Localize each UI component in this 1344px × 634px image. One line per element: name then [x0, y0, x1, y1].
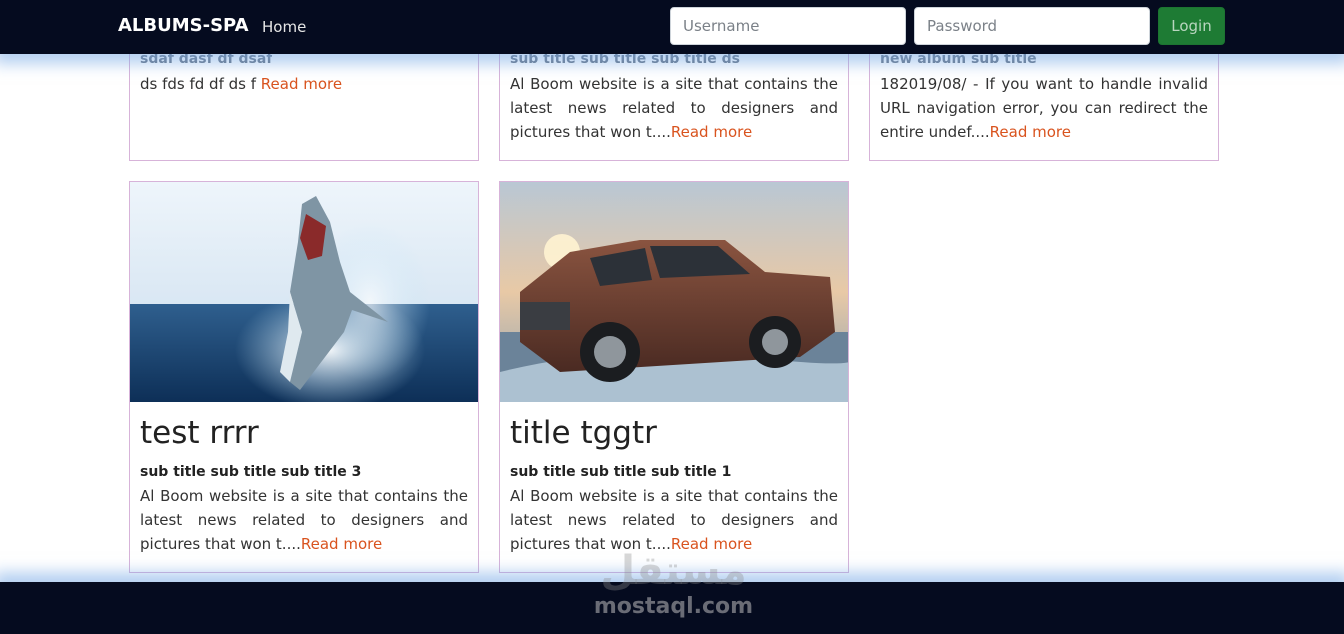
card-subtitle: sub title sub title sub title 1	[510, 464, 732, 480]
card-title: title tggtr	[510, 415, 657, 451]
card-text: 182019/08/ - If you want to handle inval…	[880, 75, 1208, 141]
card-title: test rrrr	[140, 415, 259, 451]
card-body: title tggtr sub title sub title sub titl…	[500, 413, 848, 556]
footer	[0, 582, 1344, 634]
read-more-link[interactable]: Read more	[671, 535, 752, 553]
read-more-link[interactable]: Read more	[301, 535, 382, 553]
card-text: Al Boom website is a site that contains …	[510, 487, 838, 553]
pickup-truck-image[interactable]	[500, 182, 848, 402]
read-more-link[interactable]: Read more	[261, 75, 342, 93]
nav-link-home[interactable]: Home	[262, 18, 306, 36]
username-input[interactable]	[670, 7, 906, 45]
brand-logo[interactable]: ALBUMS-SPA	[118, 15, 249, 36]
password-input[interactable]	[914, 7, 1150, 45]
read-more-link[interactable]: Read more	[671, 123, 752, 141]
shark-image[interactable]	[130, 182, 478, 402]
card-subtitle: sub title sub title sub title 3	[140, 464, 362, 480]
card-text: ds fds fd df ds f Read more	[140, 75, 343, 93]
album-card: test rrrr sub title sub title sub title …	[129, 181, 479, 573]
login-button[interactable]: Login	[1158, 7, 1225, 45]
album-card: title tggtr sub title sub title sub titl…	[499, 181, 849, 573]
card-body: test rrrr sub title sub title sub title …	[130, 413, 478, 556]
card-text: Al Boom website is a site that contains …	[510, 75, 838, 141]
card-text: Al Boom website is a site that contains …	[140, 487, 468, 553]
read-more-link[interactable]: Read more	[990, 123, 1071, 141]
top-navbar: ALBUMS-SPA Home Login	[0, 0, 1344, 54]
